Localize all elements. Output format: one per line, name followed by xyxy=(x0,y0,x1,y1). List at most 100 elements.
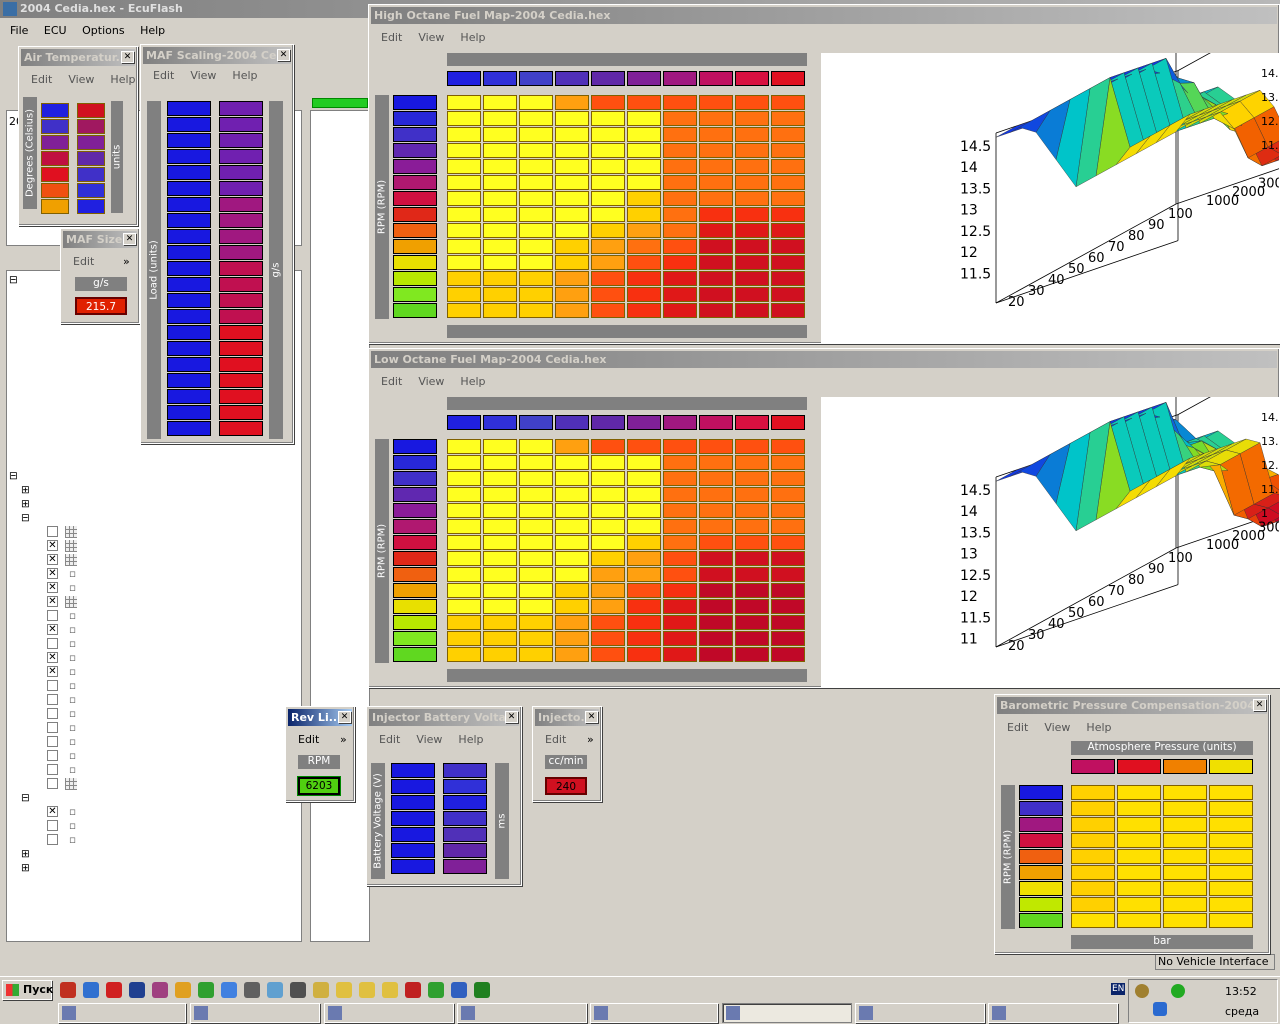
tree-checkbox[interactable]: ✕ xyxy=(47,652,58,663)
tree-checkbox[interactable] xyxy=(47,750,58,761)
low-load-axis-cell[interactable] xyxy=(591,415,625,430)
air-temp-value-cell[interactable] xyxy=(77,119,105,134)
high-afr-cell[interactable] xyxy=(591,127,625,142)
baro-rpm-axis-cell[interactable] xyxy=(1019,785,1063,800)
high-afr-cell[interactable] xyxy=(663,255,697,270)
low-afr-cell[interactable] xyxy=(627,647,661,662)
quick-launch-icon[interactable] xyxy=(428,982,444,998)
high-rpm-axis-cell[interactable] xyxy=(393,159,437,174)
low-afr-cell[interactable] xyxy=(699,567,733,582)
taskbar-button[interactable] xyxy=(457,1003,587,1023)
language-indicator[interactable]: EN xyxy=(1111,983,1126,995)
high-rpm-axis-cell[interactable] xyxy=(393,239,437,254)
baro-rpm-axis-cell[interactable] xyxy=(1019,865,1063,880)
low-afr-cell[interactable] xyxy=(699,631,733,646)
menu-edit[interactable]: Edit xyxy=(298,733,319,746)
low-rpm-axis-cell[interactable] xyxy=(393,599,437,614)
quick-launch-icon[interactable] xyxy=(451,982,467,998)
maf-load-cell[interactable] xyxy=(167,181,211,196)
high-afr-cell[interactable] xyxy=(627,191,661,206)
low-afr-cell[interactable] xyxy=(735,519,769,534)
air-temp-axis-cell[interactable] xyxy=(41,135,69,150)
quick-launch-icon[interactable] xyxy=(175,982,191,998)
baro-value-cell[interactable] xyxy=(1117,865,1161,880)
high-afr-cell[interactable] xyxy=(663,303,697,318)
high-afr-cell[interactable] xyxy=(519,127,553,142)
high-afr-cell[interactable] xyxy=(663,271,697,286)
high-afr-cell[interactable] xyxy=(483,303,517,318)
injbat-ms-cell[interactable] xyxy=(443,779,487,794)
quick-launch-icon[interactable] xyxy=(405,982,421,998)
tree-checkbox[interactable] xyxy=(47,820,58,831)
maf-load-cell[interactable] xyxy=(167,213,211,228)
menu-help[interactable]: Help xyxy=(460,31,485,44)
high-afr-cell[interactable] xyxy=(771,303,805,318)
maf-load-cell[interactable] xyxy=(167,277,211,292)
menu-edit[interactable]: Edit xyxy=(1007,721,1028,734)
low-afr-cell[interactable] xyxy=(519,551,553,566)
high-load-axis-cell[interactable] xyxy=(519,71,553,86)
maf-gs-cell[interactable] xyxy=(219,357,263,372)
high-afr-cell[interactable] xyxy=(591,191,625,206)
low-afr-cell[interactable] xyxy=(663,567,697,582)
high-afr-cell[interactable] xyxy=(771,207,805,222)
chevron-right-icon[interactable]: » xyxy=(123,255,130,268)
injbat-volt-cell[interactable] xyxy=(391,763,435,778)
low-afr-cell[interactable] xyxy=(591,583,625,598)
low-afr-cell[interactable] xyxy=(699,551,733,566)
low-afr-cell[interactable] xyxy=(771,503,805,518)
menu-help[interactable]: Help xyxy=(1086,721,1111,734)
tree-checkbox[interactable] xyxy=(47,680,58,691)
maf-load-cell[interactable] xyxy=(167,245,211,260)
low-afr-cell[interactable] xyxy=(735,551,769,566)
low-afr-cell[interactable] xyxy=(699,455,733,470)
high-rpm-axis-cell[interactable] xyxy=(393,223,437,238)
low-afr-cell[interactable] xyxy=(735,503,769,518)
high-afr-cell[interactable] xyxy=(447,271,481,286)
tray-icon-network[interactable] xyxy=(1135,984,1149,998)
high-afr-cell[interactable] xyxy=(663,287,697,302)
high-afr-cell[interactable] xyxy=(483,239,517,254)
rev-limit-value[interactable]: 6203 xyxy=(298,777,340,795)
low-afr-cell[interactable] xyxy=(699,583,733,598)
high-afr-cell[interactable] xyxy=(519,255,553,270)
menu-help[interactable]: Help xyxy=(458,733,483,746)
high-rpm-axis-cell[interactable] xyxy=(393,207,437,222)
air-temp-value-cell[interactable] xyxy=(77,183,105,198)
low-afr-cell[interactable] xyxy=(483,599,517,614)
low-afr-cell[interactable] xyxy=(591,599,625,614)
low-afr-cell[interactable] xyxy=(519,519,553,534)
menu-view[interactable]: View xyxy=(418,375,444,388)
high-afr-cell[interactable] xyxy=(627,255,661,270)
baro-value-cell[interactable] xyxy=(1163,865,1207,880)
high-afr-cell[interactable] xyxy=(627,127,661,142)
high-afr-cell[interactable] xyxy=(591,143,625,158)
low-afr-cell[interactable] xyxy=(735,599,769,614)
tree-checkbox[interactable] xyxy=(47,610,58,621)
maf-load-cell[interactable] xyxy=(167,165,211,180)
quick-launch-icon[interactable] xyxy=(198,982,214,998)
low-afr-cell[interactable] xyxy=(555,567,589,582)
low-afr-cell[interactable] xyxy=(447,647,481,662)
low-afr-cell[interactable] xyxy=(555,471,589,486)
baro-value-cell[interactable] xyxy=(1117,785,1161,800)
high-afr-cell[interactable] xyxy=(735,143,769,158)
maf-load-cell[interactable] xyxy=(167,101,211,116)
high-afr-cell[interactable] xyxy=(591,287,625,302)
low-afr-cell[interactable] xyxy=(591,455,625,470)
tree-checkbox[interactable] xyxy=(47,736,58,747)
tree-checkbox[interactable]: ✕ xyxy=(47,582,58,593)
low-afr-cell[interactable] xyxy=(735,471,769,486)
menu-edit[interactable]: Edit xyxy=(381,375,402,388)
low-afr-cell[interactable] xyxy=(771,599,805,614)
low-afr-cell[interactable] xyxy=(771,583,805,598)
high-afr-cell[interactable] xyxy=(771,143,805,158)
baro-value-cell[interactable] xyxy=(1209,881,1253,896)
low-load-axis-cell[interactable] xyxy=(483,415,517,430)
high-afr-cell[interactable] xyxy=(663,191,697,206)
high-afr-cell[interactable] xyxy=(483,191,517,206)
close-icon[interactable]: ✕ xyxy=(123,233,136,245)
tree-expander-icon[interactable]: ⊟ xyxy=(21,791,30,805)
high-rpm-axis-cell[interactable] xyxy=(393,287,437,302)
low-afr-cell[interactable] xyxy=(735,567,769,582)
